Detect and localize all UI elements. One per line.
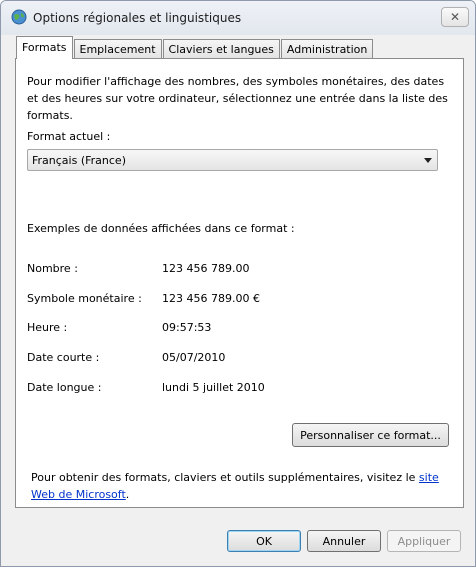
example-row-currency: Symbole monétaire : 123 456 789.00 €	[27, 292, 447, 308]
tab-administration[interactable]: Administration	[280, 39, 374, 59]
example-row-number: Nombre : 123 456 789.00	[27, 262, 447, 278]
tab-strip: Formats Emplacement Claviers et langues …	[16, 36, 374, 59]
apply-button[interactable]: Appliquer	[387, 530, 461, 552]
close-button[interactable]: ✕	[441, 7, 469, 27]
example-label: Nombre :	[27, 262, 78, 275]
example-row-time: Heure : 09:57:53	[27, 321, 447, 337]
example-label: Heure :	[27, 321, 68, 334]
cancel-button[interactable]: Annuler	[307, 530, 381, 552]
example-label: Date longue :	[27, 381, 102, 394]
more-info-text: Pour obtenir des formats, claviers et ou…	[31, 469, 451, 503]
example-row-long-date: Date longue : lundi 5 juillet 2010	[27, 381, 447, 397]
ok-button[interactable]: OK	[227, 530, 301, 552]
example-label: Symbole monétaire :	[27, 292, 142, 305]
current-format-label: Format actuel :	[27, 130, 111, 143]
dialog-window: Options régionales et linguistiques ✕ Fo…	[0, 0, 476, 567]
example-value: 123 456 789.00	[162, 262, 250, 275]
more-info-suffix: .	[125, 488, 130, 501]
intro-text: Pour modifier l'affichage des nombres, d…	[27, 75, 448, 122]
example-value: lundi 5 juillet 2010	[162, 381, 265, 394]
globe-icon	[11, 9, 27, 25]
chevron-down-icon	[424, 158, 432, 163]
formats-panel: Pour modifier l'affichage des nombres, d…	[15, 58, 464, 508]
format-select[interactable]: Français (France)	[27, 149, 438, 171]
customize-format-button[interactable]: Personnaliser ce format...	[292, 423, 449, 447]
example-value: 05/07/2010	[162, 351, 226, 364]
examples-title: Exemples de données affichées dans ce fo…	[27, 222, 295, 235]
close-icon: ✕	[449, 10, 461, 24]
more-info-prefix: Pour obtenir des formats, claviers et ou…	[31, 471, 419, 484]
example-label: Date courte :	[27, 351, 100, 364]
window-title: Options régionales et linguistiques	[33, 11, 242, 25]
example-value: 09:57:53	[162, 321, 212, 334]
tab-emplacement[interactable]: Emplacement	[73, 39, 162, 59]
example-value: 123 456 789.00 €	[162, 292, 260, 305]
title-bar[interactable]: Options régionales et linguistiques ✕	[1, 1, 475, 35]
format-select-value: Français (France)	[32, 154, 126, 167]
tab-formats[interactable]: Formats	[16, 36, 73, 59]
tab-claviers-et-langues[interactable]: Claviers et langues	[162, 39, 280, 59]
example-row-short-date: Date courte : 05/07/2010	[27, 351, 447, 367]
